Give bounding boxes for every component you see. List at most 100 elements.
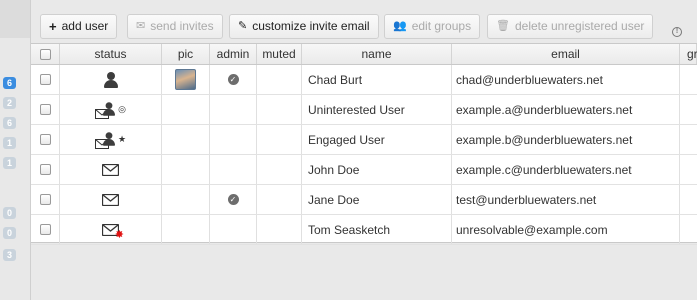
muted-cell [257, 155, 302, 184]
add-user-label: add user [61, 19, 109, 33]
table-row[interactable]: ✓ Chad Burt chad@underbluewaters.net [31, 65, 697, 95]
status-cell: ★ [60, 125, 162, 154]
groups-cell [680, 185, 697, 214]
customize-invite-email-button[interactable]: ✎ customize invite email [229, 14, 379, 39]
groups-cell [680, 215, 697, 244]
users-table: status pic admin muted name email groups… [31, 43, 697, 245]
row-checkbox[interactable] [39, 164, 51, 175]
pic-cell [162, 185, 210, 214]
person-icon [102, 101, 116, 116]
info-icon[interactable]: ! [672, 27, 682, 37]
name-cell: Tom Seasketch [302, 215, 452, 244]
customize-invite-email-label: customize invite email [252, 19, 370, 33]
status-cell [60, 185, 162, 214]
status-cell: ◎ [60, 95, 162, 124]
check-icon: ✓ [227, 74, 239, 85]
table-header: status pic admin muted name email groups [31, 44, 697, 65]
rail-badge[interactable]: 6 [3, 77, 16, 89]
table-row[interactable]: ✸ Tom Seasketch unresolvable@example.com [31, 215, 697, 245]
email-cell: test@underbluewaters.net [452, 185, 680, 214]
row-checkbox[interactable] [39, 224, 51, 235]
rail-badge[interactable]: 1 [3, 137, 16, 149]
row-select-cell [31, 65, 60, 94]
envelope-icon: ✉ [136, 20, 146, 32]
admin-cell: ✓ [210, 185, 257, 214]
muted-cell [257, 65, 302, 94]
table-row[interactable]: ★ Engaged User example.b@underbluewaters… [31, 125, 697, 155]
row-checkbox[interactable] [39, 194, 51, 205]
column-header-status[interactable]: status [60, 44, 162, 64]
status-cell: ✸ [60, 215, 162, 244]
muted-cell [257, 185, 302, 214]
pic-cell [162, 95, 210, 124]
groups-cell [680, 65, 697, 94]
row-checkbox[interactable] [39, 134, 51, 145]
select-all-checkbox[interactable] [39, 48, 51, 60]
envelope-icon [102, 163, 119, 176]
add-user-button[interactable]: + add user [40, 14, 118, 39]
send-invites-label: send invites [150, 19, 214, 33]
column-header-email[interactable]: email [452, 44, 680, 64]
eye-slash-icon: ◎ [118, 104, 126, 114]
table-row[interactable]: John Doe example.c@underbluewaters.net [31, 155, 697, 185]
registered-user-icon [103, 71, 119, 88]
admin-cell [210, 125, 257, 154]
column-header-pic[interactable]: pic [162, 44, 210, 64]
row-select-cell [31, 185, 60, 214]
edit-groups-label: edit groups [411, 19, 472, 33]
edit-groups-button[interactable]: 👥 edit groups [384, 14, 481, 39]
select-all-cell [31, 44, 60, 64]
uninterested-status-icon: ◎ [95, 101, 126, 119]
trash-icon: 🗑 [496, 20, 510, 32]
rail-badge[interactable]: 1 [3, 157, 16, 169]
admin-cell [210, 95, 257, 124]
email-cell: example.b@underbluewaters.net [452, 125, 680, 154]
engaged-status-icon: ★ [94, 131, 127, 149]
name-cell: Uninterested User [302, 95, 452, 124]
pic-cell [162, 125, 210, 154]
invite-failed-status-icon: ✸ [102, 223, 124, 241]
email-cell: example.c@underbluewaters.net [452, 155, 680, 184]
table-row[interactable]: ◎ Uninterested User example.a@underbluew… [31, 95, 697, 125]
groups-cell [680, 155, 697, 184]
row-checkbox[interactable] [39, 74, 51, 85]
name-cell: Chad Burt [302, 65, 452, 94]
rail-badge[interactable]: 3 [3, 249, 16, 261]
star-icon: ★ [117, 134, 127, 144]
rail-badge[interactable]: 2 [3, 97, 16, 109]
rail-badge[interactable]: 0 [3, 227, 16, 239]
rail-badge[interactable]: 6 [3, 117, 16, 129]
rail-badge[interactable]: 0 [3, 207, 16, 219]
groups-cell [680, 125, 697, 154]
left-rail: 6 2 6 1 1 0 0 3 [0, 0, 31, 300]
column-header-groups[interactable]: groups [680, 44, 697, 64]
envelope-icon [102, 193, 119, 206]
email-cell: chad@underbluewaters.net [452, 65, 680, 94]
table-row[interactable]: ✓ Jane Doe test@underbluewaters.net [31, 185, 697, 215]
admin-cell [210, 215, 257, 244]
person-icon [102, 131, 116, 146]
muted-cell [257, 215, 302, 244]
column-header-name[interactable]: name [302, 44, 452, 64]
admin-cell [210, 155, 257, 184]
check-icon: ✓ [227, 194, 239, 205]
delete-unregistered-user-label: delete unregistered user [514, 19, 645, 33]
pencil-icon: ✎ [238, 20, 248, 32]
column-header-muted[interactable]: muted [257, 44, 302, 64]
error-burst-icon: ✸ [114, 228, 124, 241]
group-icon: 👥 [393, 20, 407, 32]
groups-cell [680, 95, 697, 124]
send-invites-button[interactable]: ✉ send invites [127, 14, 223, 39]
row-select-cell [31, 155, 60, 184]
delete-unregistered-user-button[interactable]: 🗑 delete unregistered user [487, 14, 654, 39]
name-cell: John Doe [302, 155, 452, 184]
avatar [175, 69, 196, 90]
column-header-admin[interactable]: admin [210, 44, 257, 64]
muted-cell [257, 125, 302, 154]
email-cell: unresolvable@example.com [452, 215, 680, 244]
email-cell: example.a@underbluewaters.net [452, 95, 680, 124]
row-checkbox[interactable] [39, 104, 51, 115]
row-select-cell [31, 95, 60, 124]
status-cell [60, 65, 162, 94]
admin-cell: ✓ [210, 65, 257, 94]
